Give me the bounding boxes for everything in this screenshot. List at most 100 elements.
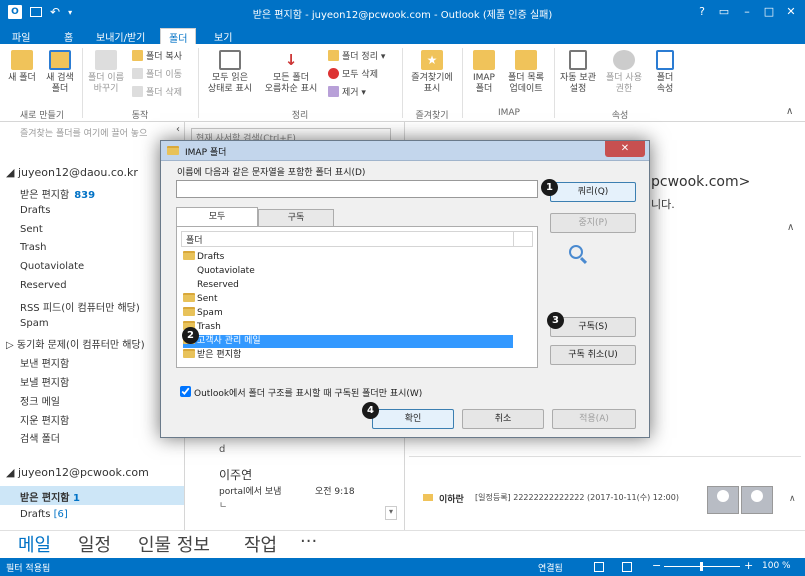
collapse-header-icon[interactable]: ∧	[787, 222, 794, 233]
delete-all-icon	[328, 68, 339, 79]
folder-item[interactable]: Drafts	[20, 205, 50, 216]
folder-item[interactable]: ▷ 동기화 문제(이 컴퓨터만 해당)	[6, 336, 145, 351]
folder-item[interactable]: 받은 편지함 839	[20, 186, 95, 201]
folder-item[interactable]: 보낸 편지함	[20, 355, 69, 370]
nav-more[interactable]: ···	[300, 531, 317, 552]
unsubscribe-button[interactable]: 구독 취소(U)	[550, 345, 636, 365]
folder-item[interactable]: 지운 편지함	[20, 412, 69, 427]
query-button[interactable]: 쿼리(Q)	[550, 182, 636, 202]
dialog-close-button[interactable]: ✕	[605, 141, 645, 157]
tree-item[interactable]: 고객사 관리 메일	[183, 335, 513, 348]
group-cleanup-label: 정리	[291, 111, 309, 121]
nav-tasks[interactable]: 작업	[244, 531, 277, 557]
rename-folder-button[interactable]: 폴더 이름 바꾸기	[86, 50, 126, 95]
ok-button[interactable]: 확인	[372, 409, 454, 429]
help-button[interactable]: ?	[693, 5, 711, 18]
tab-send-receive[interactable]: 보내기/받기	[88, 28, 153, 44]
filter-input[interactable]	[176, 180, 538, 198]
update-folder-list-button[interactable]: 폴더 목록 업데이트	[502, 50, 550, 95]
folder-item[interactable]: Spam	[20, 318, 49, 329]
folder-inbox-pcwook[interactable]: 받은 편지함 1	[20, 489, 80, 504]
folder-properties-button[interactable]: 폴더 속성	[648, 50, 682, 95]
collapse-ribbon-icon[interactable]: ∧	[786, 106, 793, 117]
mark-all-read-button[interactable]: 모두 읽은 상태로 표시	[202, 50, 258, 95]
sender-address-fragment: pcwook.com>	[651, 174, 751, 190]
message-subject[interactable]: portal에서 보냄	[219, 484, 281, 497]
subscribed-only-checkbox[interactable]	[180, 386, 191, 397]
new-folder-button[interactable]: 새 폴더	[4, 50, 40, 84]
folder-item[interactable]: Quotaviolate	[20, 261, 84, 272]
cancel-button[interactable]: 취소	[462, 409, 544, 429]
remove-button[interactable]: 제거 ▾	[328, 86, 366, 99]
sort-folders-button[interactable]: ↓ 모든 폴더 오름차순 표시	[260, 50, 322, 95]
new-search-folder-button[interactable]: 새 검색 폴더	[42, 50, 78, 95]
cleanup-folder-button[interactable]: 폴더 정리 ▾	[328, 50, 385, 63]
tab-subscribed[interactable]: 구독	[258, 209, 334, 227]
footer-sender[interactable]: 이하란	[439, 492, 464, 505]
tree-item[interactable]: Sent	[183, 293, 217, 306]
tab-home[interactable]: 홈	[56, 28, 81, 44]
autoarchive-button[interactable]: 자동 보관 설정	[556, 50, 600, 95]
favorites-drop-hint: 즐겨찾는 폴더를 여기에 끌어 놓으	[20, 129, 148, 139]
tab-folder[interactable]: 폴더	[160, 28, 197, 45]
folder-item[interactable]: Sent	[20, 224, 43, 235]
account-pcwook[interactable]: ◢ juyeon12@pcwook.com	[6, 466, 149, 479]
delete-all-button[interactable]: 모두 삭제	[328, 68, 378, 81]
tab-view[interactable]: 보기	[206, 28, 240, 44]
move-folder-button[interactable]: 폴더 이동	[132, 68, 182, 81]
minimize-button[interactable]: –	[738, 5, 756, 18]
tree-item[interactable]: Reserved	[197, 279, 239, 292]
folder-list-icon	[515, 50, 537, 70]
maximize-button[interactable]: □	[760, 5, 778, 18]
nav-people[interactable]: 인물 정보	[138, 531, 210, 557]
folder-item[interactable]: 보낼 편지함	[20, 374, 69, 389]
column-header[interactable]: 폴더	[181, 231, 533, 247]
divider	[409, 456, 801, 457]
checkbox-label[interactable]: Outlook에서 폴더 구조를 표시할 때 구독된 폴더만 표시(W)	[194, 386, 422, 399]
column-divider	[513, 231, 514, 247]
title-bar: O ↶ ▾ 받은 편지함 - juyeon12@pcwook.com - Out…	[0, 0, 805, 26]
message-sender[interactable]: 이주연	[219, 466, 252, 483]
nav-mail[interactable]: 메일	[18, 531, 51, 557]
ribbon-display-button[interactable]: ▭	[715, 5, 733, 18]
folder-item[interactable]: Trash	[20, 242, 46, 253]
star-folder-icon: ★	[421, 50, 443, 70]
expand-people-icon[interactable]: ∧	[789, 494, 796, 504]
nav-calendar[interactable]: 일정	[78, 531, 111, 557]
folder-icon	[183, 349, 195, 358]
normal-view-icon[interactable]	[594, 562, 604, 572]
scroll-down-icon[interactable]: ▾	[385, 506, 397, 520]
folder-item[interactable]: 검색 폴더	[20, 430, 60, 445]
close-button[interactable]: ✕	[782, 5, 800, 18]
folder-item[interactable]: 정크 메일	[20, 393, 60, 408]
eraser-icon	[328, 86, 339, 97]
zoom-level[interactable]: 100 %	[762, 561, 791, 571]
folder-item[interactable]: Reserved	[20, 280, 67, 291]
delete-folder-button[interactable]: 폴더 삭제	[132, 86, 182, 99]
zoom-slider-thumb[interactable]	[700, 562, 703, 571]
folder-item[interactable]: RSS 피드(이 컴퓨터만 해당)	[20, 299, 140, 314]
group-separator	[402, 48, 403, 118]
folder-pane: 즐겨찾는 폴더를 여기에 끌어 놓으 ‹ ◢ juyeon12@daou.co.…	[0, 122, 185, 530]
tree-item[interactable]: Drafts	[183, 251, 224, 264]
account-daou[interactable]: ◢ juyeon12@daou.co.kr	[6, 166, 138, 179]
reading-view-icon[interactable]	[622, 562, 632, 572]
folder-permissions-button[interactable]: 폴더 사용 권한	[602, 50, 646, 95]
stop-button[interactable]: 중지(P)	[550, 213, 636, 233]
imap-folder-button[interactable]: IMAP 폴더	[466, 50, 502, 95]
envelope-icon	[423, 494, 433, 501]
copy-folder-button[interactable]: 폴더 복사	[132, 50, 182, 63]
dialog-title-bar: IMAP 폴더 ✕	[161, 141, 649, 161]
tab-all[interactable]: 모두	[176, 207, 258, 227]
collapse-pane-icon[interactable]: ‹	[176, 124, 180, 135]
footer-subject[interactable]: [일정등록] 22222222222222 (2017-10-11(수) 12:…	[475, 492, 679, 503]
tree-item[interactable]: 받은 편지함	[183, 349, 241, 362]
apply-button[interactable]: 적용(A)	[552, 409, 636, 429]
zoom-in-button[interactable]: +	[744, 559, 753, 572]
tab-file[interactable]: 파일	[4, 28, 39, 44]
show-in-favorites-button[interactable]: ★ 즐겨찾기에 표시	[406, 50, 458, 95]
tree-item[interactable]: Spam	[183, 307, 223, 320]
folder-drafts-pcwook[interactable]: Drafts [6]	[20, 509, 68, 520]
zoom-out-button[interactable]: −	[652, 559, 661, 572]
tree-item[interactable]: Quotaviolate	[197, 265, 255, 278]
